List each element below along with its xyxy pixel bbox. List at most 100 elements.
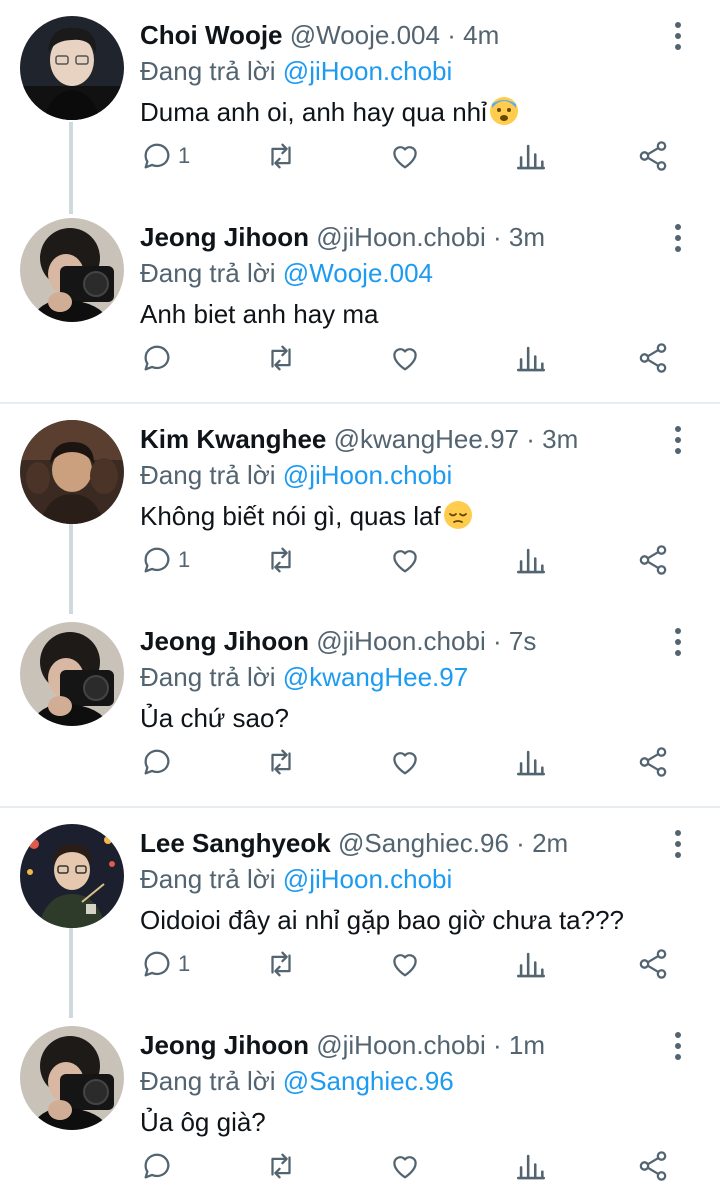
separator: · — [447, 20, 456, 50]
reply-button[interactable] — [140, 336, 178, 380]
avatar[interactable] — [20, 16, 124, 120]
tweet-text-content: Duma anh oi, anh hay qua nhỉ — [140, 97, 487, 127]
timestamp[interactable]: 3m — [542, 424, 578, 454]
handle[interactable]: @Sanghiec.96 — [338, 828, 509, 858]
retweet-button[interactable] — [264, 942, 298, 986]
share-icon — [639, 141, 667, 171]
separator: · — [492, 1030, 502, 1060]
analytics-icon — [516, 1154, 546, 1180]
display-name[interactable]: Lee Sanghyeok — [140, 828, 331, 858]
reply-icon — [144, 749, 170, 775]
tweet-text-content: Ủa chứ sao? — [140, 703, 289, 733]
reply-count: 1 — [178, 143, 191, 168]
share-button[interactable] — [636, 538, 670, 582]
avatar[interactable] — [20, 420, 124, 524]
display-name[interactable]: Jeong Jihoon — [140, 1030, 309, 1060]
thread-line — [69, 524, 73, 614]
analytics-button[interactable] — [514, 942, 548, 986]
mention-link[interactable]: @jiHoon.chobi — [283, 460, 452, 490]
analytics-button[interactable] — [514, 538, 548, 582]
action-bar — [140, 336, 700, 380]
tweet[interactable]: Choi Wooje @Wooje.004 · 4m Đang trả lời … — [0, 0, 720, 214]
reply-button[interactable] — [140, 1144, 178, 1188]
like-button[interactable] — [388, 740, 422, 784]
handle[interactable]: @jiHoon.chobi — [316, 222, 485, 252]
like-button[interactable] — [388, 1144, 422, 1188]
timestamp[interactable]: 3m — [509, 222, 545, 252]
timestamp[interactable]: 2m — [532, 828, 568, 858]
share-button[interactable] — [636, 1144, 670, 1188]
more-options-icon[interactable] — [668, 20, 688, 52]
reply-button[interactable] — [140, 740, 178, 784]
reply-prefix: Đang trả lời — [140, 460, 276, 490]
retweet-icon — [271, 345, 291, 371]
display-name[interactable]: Kim Kwanghee — [140, 424, 326, 454]
reply-button[interactable]: 1 — [140, 942, 190, 986]
retweet-button[interactable] — [264, 740, 298, 784]
tweet[interactable]: Lee Sanghyeok @Sanghiec.96 · 2m Đang trả… — [0, 808, 720, 1018]
retweet-icon — [271, 749, 291, 775]
reply-button[interactable]: 1 — [140, 538, 190, 582]
like-button[interactable] — [388, 942, 422, 986]
mention-link[interactable]: @jiHoon.chobi — [283, 56, 452, 86]
reply-icon — [144, 143, 170, 169]
mention-link[interactable]: @kwangHee.97 — [283, 662, 468, 692]
timestamp[interactable]: 4m — [463, 20, 499, 50]
share-button[interactable] — [636, 942, 670, 986]
tweet-header: Choi Wooje @Wooje.004 · 4m — [140, 18, 660, 54]
more-options-icon[interactable] — [668, 1030, 688, 1062]
display-name[interactable]: Jeong Jihoon — [140, 222, 309, 252]
more-options-icon[interactable] — [668, 424, 688, 456]
like-icon — [393, 954, 417, 977]
action-bar — [140, 740, 700, 784]
more-options-icon[interactable] — [668, 626, 688, 658]
handle[interactable]: @kwangHee.97 — [334, 424, 519, 454]
share-button[interactable] — [636, 740, 670, 784]
like-button[interactable] — [388, 336, 422, 380]
more-options-icon[interactable] — [668, 222, 688, 254]
reply-icon — [144, 547, 170, 573]
avatar[interactable] — [20, 218, 124, 322]
mention-link[interactable]: @jiHoon.chobi — [283, 864, 452, 894]
tweet[interactable]: Jeong Jihoon @jiHoon.chobi · 7s Đang trả… — [0, 606, 720, 808]
retweet-button[interactable] — [264, 538, 298, 582]
handle[interactable]: @jiHoon.chobi — [316, 626, 485, 656]
timestamp[interactable]: 7s — [509, 626, 536, 656]
reply-prefix: Đang trả lời — [140, 56, 276, 86]
handle[interactable]: @Wooje.004 — [290, 20, 440, 50]
retweet-button[interactable] — [264, 134, 298, 178]
avatar[interactable] — [20, 622, 124, 726]
tweet-header: Jeong Jihoon @jiHoon.chobi · 3m — [140, 220, 660, 256]
avatar[interactable] — [20, 824, 124, 928]
display-name[interactable]: Jeong Jihoon — [140, 626, 309, 656]
handle[interactable]: @jiHoon.chobi — [316, 1030, 485, 1060]
analytics-button[interactable] — [514, 134, 548, 178]
like-icon — [393, 550, 417, 573]
tweet[interactable]: Jeong Jihoon @jiHoon.chobi · 1m Đang trả… — [0, 1010, 720, 1196]
share-button[interactable] — [636, 336, 670, 380]
analytics-button[interactable] — [514, 740, 548, 784]
replying-to: Đang trả lời @Sanghiec.96 — [140, 1064, 454, 1098]
reply-button[interactable]: 1 — [140, 134, 190, 178]
replying-to: Đang trả lời @Wooje.004 — [140, 256, 433, 290]
tweet-text: Ủa ôg già? — [140, 1104, 266, 1140]
avatar[interactable] — [20, 1026, 124, 1130]
like-button[interactable] — [388, 134, 422, 178]
analytics-button[interactable] — [514, 336, 548, 380]
tweet[interactable]: Kim Kwanghee @kwangHee.97 · 3m Đang trả … — [0, 404, 720, 614]
mention-link[interactable]: @Sanghiec.96 — [283, 1066, 454, 1096]
reply-prefix: Đang trả lời — [140, 258, 276, 288]
separator: · — [516, 828, 525, 858]
display-name[interactable]: Choi Wooje — [140, 20, 283, 50]
retweet-icon — [271, 143, 291, 169]
analytics-button[interactable] — [514, 1144, 548, 1188]
retweet-button[interactable] — [264, 336, 298, 380]
like-button[interactable] — [388, 538, 422, 582]
more-options-icon[interactable] — [668, 828, 688, 860]
action-bar: 1 — [140, 538, 700, 582]
tweet[interactable]: Jeong Jihoon @jiHoon.chobi · 3m Đang trả… — [0, 202, 720, 404]
timestamp[interactable]: 1m — [509, 1030, 545, 1060]
mention-link[interactable]: @Wooje.004 — [283, 258, 433, 288]
retweet-button[interactable] — [264, 1144, 298, 1188]
share-button[interactable] — [636, 134, 670, 178]
